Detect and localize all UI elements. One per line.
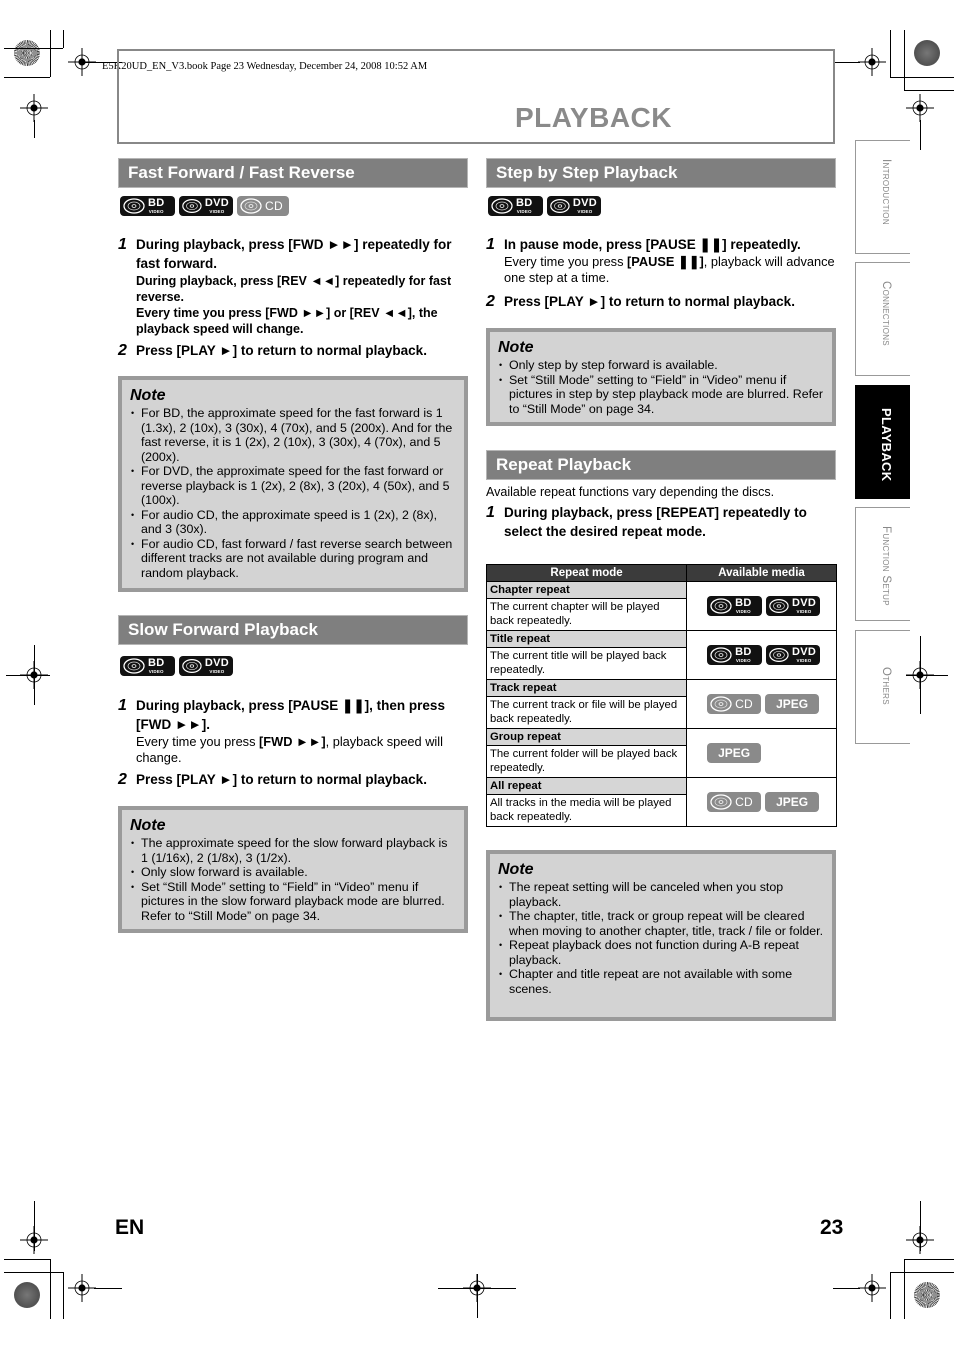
- side-tab-label: Introduction: [880, 159, 892, 225]
- repeat-step-1: 1 During playback, press [REPEAT] repeat…: [486, 504, 807, 539]
- repeat-mode-description: The current track or file will be played…: [485, 696, 688, 729]
- jpeg-icon: JPEG: [707, 743, 762, 763]
- registration-crosshair-icon: [20, 94, 48, 122]
- repeat-mode-description: All tracks in the media will be played b…: [485, 794, 688, 827]
- jpeg-icon: JPEG: [765, 694, 820, 714]
- note-box-slow-forward: Note The approximate speed for the slow …: [118, 806, 468, 933]
- media-cell: BD VIDEO DVD VIDEO: [686, 630, 837, 680]
- note-box-repeat: Note The repeat setting will be canceled…: [486, 850, 836, 1021]
- note-box-fast-forward: Note For BD, the approximate speed for t…: [118, 376, 468, 592]
- note-item: Set “Still Mode” setting to “Field” in “…: [130, 880, 456, 924]
- fast-forward-step-1: 1 During playback, press [FWD ►►] repeat…: [118, 236, 452, 336]
- side-tab-function-setup[interactable]: Function Setup: [855, 507, 910, 621]
- media-icons-slow-forward: BD VIDEO DVD VIDEO: [120, 656, 233, 676]
- registration-rosette-icon: [914, 1282, 940, 1308]
- repeat-mode-name: Group repeat: [485, 728, 688, 746]
- side-tab-others[interactable]: Others: [855, 630, 910, 744]
- side-tab-label: Connections: [880, 281, 892, 346]
- slow-forward-step-1: 1 During playback, press [PAUSE ❚❚], the…: [118, 697, 445, 765]
- note-item: The approximate speed for the slow forwa…: [130, 836, 456, 865]
- repeat-mode-table: Repeat mode Available media Chapter repe…: [485, 564, 837, 827]
- note-item: For audio CD, fast forward / fast revers…: [130, 537, 456, 581]
- fast-forward-step-2: 2 Press [PLAY ►] to return to normal pla…: [118, 342, 427, 359]
- media-cell: CD JPEG: [686, 679, 837, 729]
- registration-crosshair-icon: [858, 48, 886, 76]
- repeat-mode-description: The current chapter will be played back …: [485, 598, 688, 631]
- table-row: All repeat CD JPEG: [485, 777, 837, 827]
- media-icons-step-by-step: BD VIDEO DVD VIDEO: [488, 196, 601, 216]
- repeat-mode-name: Title repeat: [485, 630, 688, 648]
- cd-icon: CD: [707, 694, 762, 714]
- page-number: 23: [820, 1216, 844, 1239]
- bd-video-icon: BD VIDEO: [488, 196, 543, 216]
- table-row: Group repeat JPEG: [485, 728, 837, 778]
- bd-video-icon: BD VIDEO: [707, 596, 763, 616]
- side-tab-label: Others: [880, 667, 892, 705]
- section-heading-step-by-step: Step by Step Playback: [486, 158, 836, 188]
- repeat-intro: Available repeat functions vary dependin…: [486, 485, 775, 499]
- media-cell: CD JPEG: [686, 777, 837, 827]
- note-item: Repeat playback does not function during…: [498, 938, 824, 967]
- note-item: The repeat setting will be canceled when…: [498, 880, 824, 909]
- repeat-mode-name: All repeat: [485, 777, 688, 795]
- repeat-mode-name: Chapter repeat: [485, 581, 688, 599]
- title-frame: [117, 49, 835, 144]
- note-item: The chapter, title, track or group repea…: [498, 909, 824, 938]
- note-item: For BD, the approximate speed for the fa…: [130, 406, 456, 464]
- side-tab-label: PLAYBACK: [879, 408, 894, 482]
- side-tab-introduction[interactable]: Introduction: [855, 140, 910, 254]
- media-cell: BD VIDEO DVD VIDEO: [686, 581, 837, 631]
- side-tab-playback[interactable]: PLAYBACK: [855, 385, 910, 499]
- media-cell: JPEG: [686, 728, 837, 778]
- bd-video-icon: BD VIDEO: [120, 656, 175, 676]
- note-box-step-by-step: Note Only step by step forward is availa…: [486, 328, 836, 426]
- note-item: Only step by step forward is available.: [498, 358, 824, 373]
- note-item: For DVD, the approximate speed for the f…: [130, 464, 456, 508]
- note-item: Set “Still Mode” setting to “Field” in “…: [498, 373, 824, 417]
- registration-crosshair-icon: [68, 1274, 96, 1302]
- table-row: Title repeat BD VIDEO DVD VIDEO: [485, 630, 837, 680]
- dvd-video-icon: DVD VIDEO: [766, 596, 821, 616]
- dvd-video-icon: DVD VIDEO: [766, 645, 821, 665]
- cd-icon: CD: [707, 792, 762, 812]
- media-icons-fast-forward: BD VIDEO DVD VIDEO CD: [120, 196, 289, 216]
- repeat-mode-description: The current folder will be played back r…: [485, 745, 688, 778]
- side-tab-connections[interactable]: Connections: [855, 262, 910, 376]
- cd-icon: CD: [237, 196, 289, 216]
- section-heading-slow-forward: Slow Forward Playback: [118, 615, 468, 645]
- bd-video-icon: BD VIDEO: [707, 645, 763, 665]
- section-heading-fast-forward: Fast Forward / Fast Reverse: [118, 158, 468, 188]
- side-tab-label: Function Setup: [880, 526, 892, 606]
- registration-rosette-icon: [14, 40, 40, 66]
- step-by-step-step-2: 2 Press [PLAY ►] to return to normal pla…: [486, 293, 795, 310]
- dvd-video-icon: DVD VIDEO: [547, 196, 601, 216]
- note-item: Chapter and title repeat are not availab…: [498, 967, 824, 996]
- section-heading-repeat: Repeat Playback: [486, 450, 836, 480]
- column-header: Available media: [686, 564, 837, 582]
- repeat-mode-name: Track repeat: [485, 679, 688, 697]
- column-header: Repeat mode: [485, 564, 688, 582]
- repeat-mode-description: The current title will be played back re…: [485, 647, 688, 680]
- registration-crosshair-icon: [858, 1274, 886, 1302]
- note-item: Only slow forward is available.: [130, 865, 456, 880]
- table-row: Track repeat CD JPEG: [485, 679, 837, 729]
- jpeg-icon: JPEG: [765, 792, 820, 812]
- bd-video-icon: BD VIDEO: [120, 196, 175, 216]
- registration-rosette-icon: [14, 1282, 40, 1308]
- registration-crosshair-icon: [906, 94, 934, 122]
- dvd-video-icon: DVD VIDEO: [179, 196, 233, 216]
- note-item: For audio CD, the approximate speed is 1…: [130, 508, 456, 537]
- dvd-video-icon: DVD VIDEO: [179, 656, 233, 676]
- table-row: Chapter repeat BD VIDEO DVD VIDEO: [485, 581, 837, 631]
- slow-forward-step-2: 2 Press [PLAY ►] to return to normal pla…: [118, 771, 427, 788]
- registration-rosette-icon: [914, 40, 940, 66]
- page-title: PLAYBACK: [515, 102, 672, 133]
- step-by-step-step-1: 1 In pause mode, press [PAUSE ❚❚] repeat…: [486, 236, 835, 285]
- table-header-row: Repeat mode Available media: [485, 564, 837, 582]
- language-label: EN: [115, 1216, 145, 1239]
